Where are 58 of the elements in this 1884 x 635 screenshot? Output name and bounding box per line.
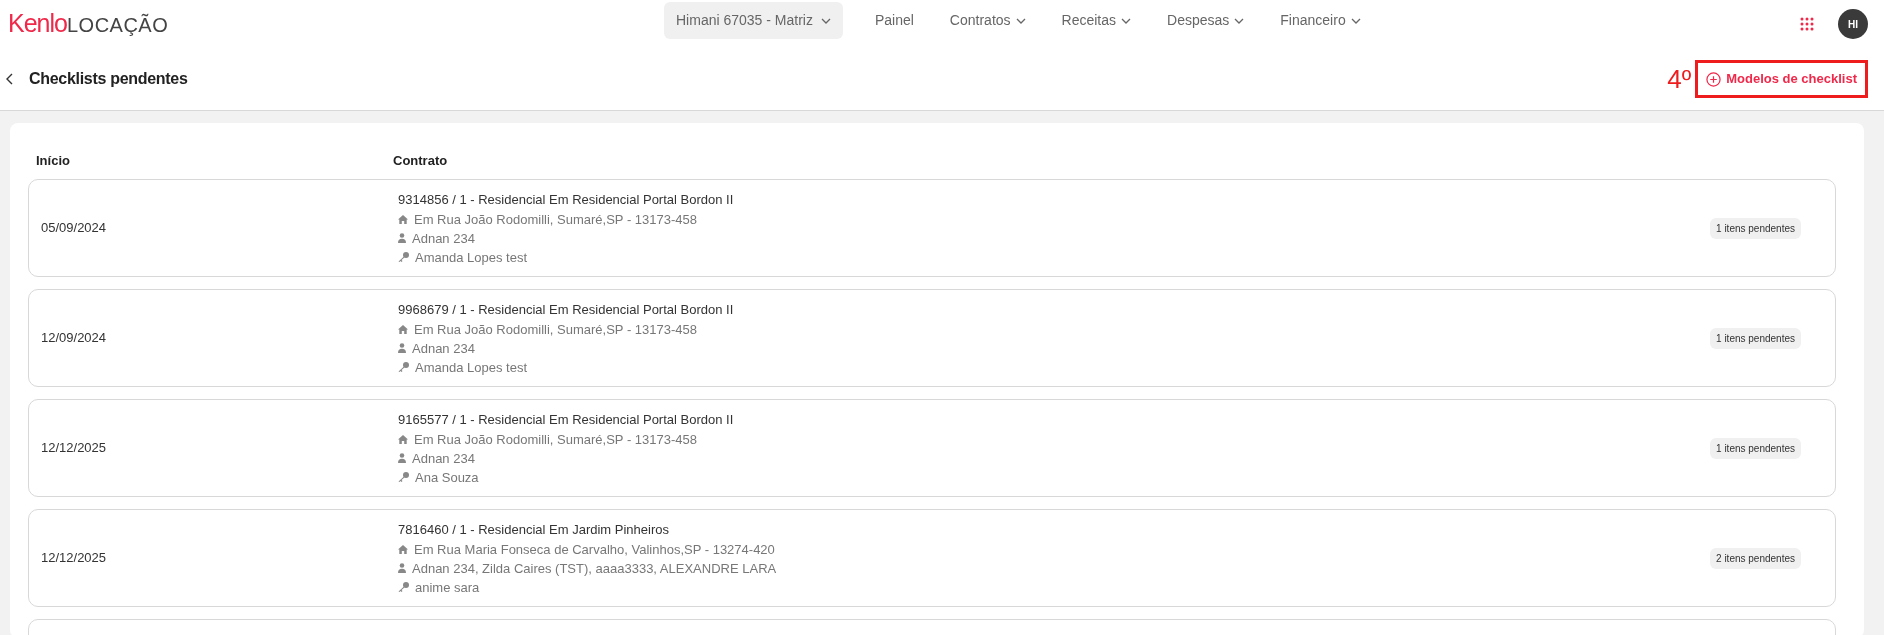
pending-badge: 2 itens pendentes bbox=[1710, 547, 1801, 569]
house-icon bbox=[398, 434, 408, 444]
date-cell-text: 05/09/2024 bbox=[41, 219, 108, 238]
address-text: Em Rua Maria Fonseca de Carvalho, Valinhos,SP - 13274-420 bbox=[414, 540, 775, 559]
row-card[interactable]: 05/09/2024 9314856 / 1 - Residencial Em Residencial Portal Bordon II Em Rua João Rodomilli, Sumaré,SP - 13173-458 Adnan 234 Amanda Lopes test 1 itens pendentes bbox=[28, 179, 1836, 277]
key-icon bbox=[398, 472, 409, 482]
owner-name: anime sara bbox=[415, 578, 480, 597]
person-icon bbox=[398, 563, 406, 573]
pending-badge: 1 itens pendentes bbox=[1710, 327, 1801, 349]
logo-product-name: LOCAÇÃO bbox=[66, 12, 169, 39]
row-card[interactable]: 12/12/2025 7816460 / 1 - Residencial Em Jardim Pinheiros Em Rua Maria Fonseca de Carvalho, Valinhos,SP - 13274-420 Adnan 234, Zilda Caires (TST), aaaa3333, ALEXANDRE LARA anime sara 2 itens pendentes bbox=[28, 509, 1836, 607]
tenant-names: Adnan 234 bbox=[412, 229, 475, 248]
owner-name: Amanda Lopes test bbox=[415, 248, 528, 267]
house-icon bbox=[398, 214, 408, 224]
nav-link[interactable]: Contratos bbox=[931, 2, 1044, 39]
person-icon bbox=[398, 343, 406, 353]
house-icon bbox=[398, 324, 408, 334]
pending-badge: 1 itens pendentes bbox=[1710, 437, 1801, 459]
nav-link[interactable]: Despesas bbox=[1149, 2, 1263, 39]
person-icon bbox=[398, 233, 406, 243]
contract-title: 9314856 / 1 - Residencial Em Residencial Portal Bordon II bbox=[398, 190, 735, 209]
tenant-names: Adnan 234, Zilda Caires (TST), aaaa3333, ALEXANDRE LARA bbox=[412, 559, 777, 578]
user-avatar[interactable]: HI bbox=[1838, 9, 1868, 39]
person-icon bbox=[398, 453, 406, 463]
date-cell-text: 12/12/2025 bbox=[41, 549, 108, 568]
page-title: Checklists pendentes bbox=[29, 69, 188, 89]
pending-badge: 1 itens pendentes bbox=[1710, 217, 1801, 239]
tenant-names: Adnan 234 bbox=[412, 339, 475, 358]
key-icon bbox=[398, 582, 409, 592]
row-card[interactable]: 12/12/2025 9165577 / 1 - Residencial Em Residencial Portal Bordon II Em Rua João Rodomilli, Sumaré,SP - 13173-458 Adnan 234 Ana Souza 1 itens pendentes bbox=[28, 399, 1836, 497]
logo-wordmark: Kenlo bbox=[8, 8, 67, 40]
plus-circle-icon bbox=[1706, 71, 1722, 87]
address-text: Em Rua João Rodomilli, Sumaré,SP - 13173-458 bbox=[414, 210, 698, 229]
key-icon bbox=[398, 252, 409, 262]
contract-title: 9968679 / 1 - Residencial Em Residencial Portal Bordon II bbox=[398, 300, 735, 319]
key-icon bbox=[398, 362, 409, 372]
apps-grid-icon[interactable] bbox=[1800, 17, 1814, 31]
contract-title: 7816460 / 1 - Residencial Em Jardim Pinheiros bbox=[398, 520, 670, 539]
nav-link[interactable]: Financeiro bbox=[1262, 2, 1379, 39]
contract-title: 9165577 / 1 - Residencial Em Residencial Portal Bordon II bbox=[398, 410, 735, 429]
owner-name: Ana Souza bbox=[415, 468, 479, 487]
add-template-button[interactable]: Modelos de checklist bbox=[1695, 60, 1868, 98]
date-cell-text: 12/09/2024 bbox=[41, 329, 108, 348]
annotation-label: 4º bbox=[1667, 66, 1692, 92]
address-text: Em Rua João Rodomilli, Sumaré,SP - 13173-458 bbox=[414, 430, 698, 449]
column-header: Contrato bbox=[393, 152, 448, 171]
house-icon bbox=[398, 544, 408, 554]
column-header: Início bbox=[36, 152, 71, 171]
row-card[interactable]: 12/09/2024 9968679 / 1 - Residencial Em Residencial Portal Bordon II Em Rua João Rodomilli, Sumaré,SP - 13173-458 Adnan 234 Amanda Lopes test 1 itens pendentes bbox=[28, 289, 1836, 387]
back-icon[interactable] bbox=[6, 73, 13, 85]
chevron-down-icon bbox=[820, 17, 831, 24]
nav-link[interactable]: Painel bbox=[856, 2, 932, 39]
account-selector[interactable]: Himani 67035 - Matriz bbox=[664, 2, 843, 39]
nav-link[interactable]: Receitas bbox=[1043, 2, 1150, 39]
owner-name: Amanda Lopes test bbox=[415, 358, 528, 377]
tenant-names: Adnan 234 bbox=[412, 449, 475, 468]
address-text: Em Rua João Rodomilli, Sumaré,SP - 13173-458 bbox=[414, 320, 698, 339]
date-cell-text: 12/12/2025 bbox=[41, 439, 108, 458]
